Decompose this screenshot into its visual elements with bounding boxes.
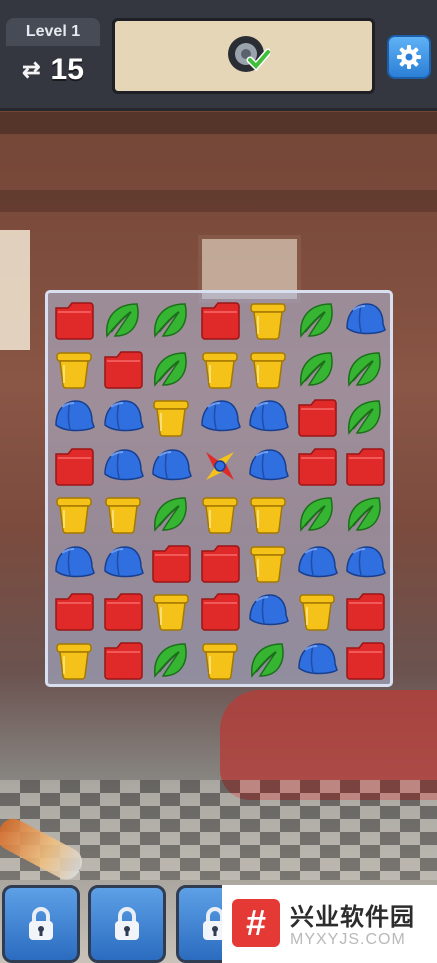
locked-booster-slot[interactable] [88, 885, 166, 963]
tire-checkmark-icon [228, 36, 270, 72]
moves-count: 15 [50, 53, 84, 86]
swap-arrows-icon: ⇄ [22, 57, 41, 82]
yellow-bucket-tile[interactable] [52, 347, 96, 391]
red-folder-tile[interactable] [343, 589, 387, 633]
red-folder-tile[interactable] [295, 444, 339, 488]
watermark-chinese-text: 兴业软件园 [290, 904, 415, 931]
green-leaf-tile[interactable] [149, 492, 193, 536]
ceiling-beam [0, 190, 437, 212]
red-folder-tile[interactable] [198, 298, 242, 342]
yellow-bucket-tile[interactable] [52, 638, 96, 682]
yellow-bucket-tile[interactable] [101, 492, 145, 536]
locked-booster-slot[interactable] [2, 885, 80, 963]
green-leaf-tile[interactable] [343, 347, 387, 391]
yellow-bucket-tile[interactable] [149, 395, 193, 439]
lock-icon [115, 907, 139, 940]
blue-cap-tile[interactable] [101, 444, 145, 488]
green-leaf-tile[interactable] [149, 298, 193, 342]
watermark-english-text: MYXYJS.COM [290, 931, 406, 948]
yellow-bucket-tile[interactable] [246, 492, 290, 536]
red-folder-tile[interactable] [101, 589, 145, 633]
green-leaf-tile[interactable] [295, 298, 339, 342]
blue-cap-tile[interactable] [52, 541, 96, 585]
red-folder-tile[interactable] [295, 395, 339, 439]
red-folder-tile[interactable] [343, 444, 387, 488]
spinner-bomb-tile[interactable] [198, 444, 242, 488]
ceiling-beam [0, 112, 437, 134]
blue-cap-tile[interactable] [246, 444, 290, 488]
red-folder-tile[interactable] [198, 541, 242, 585]
green-leaf-tile[interactable] [149, 347, 193, 391]
level-label: Level 1 [6, 18, 100, 46]
moves-counter: ⇄ 15 [6, 48, 100, 92]
blue-cap-tile[interactable] [101, 395, 145, 439]
blue-cap-tile[interactable] [149, 444, 193, 488]
yellow-bucket-tile[interactable] [198, 347, 242, 391]
blue-cap-tile[interactable] [101, 541, 145, 585]
green-leaf-tile[interactable] [295, 347, 339, 391]
window [0, 230, 30, 350]
yellow-bucket-tile[interactable] [246, 298, 290, 342]
green-leaf-tile[interactable] [101, 298, 145, 342]
yellow-bucket-tile[interactable] [198, 638, 242, 682]
goal-panel [112, 18, 375, 94]
yellow-bucket-tile[interactable] [246, 541, 290, 585]
yellow-bucket-tile[interactable] [246, 347, 290, 391]
top-bar: Level 1 ⇄ 15 [0, 0, 437, 111]
game-board [45, 290, 393, 687]
red-folder-tile[interactable] [198, 589, 242, 633]
blue-cap-tile[interactable] [246, 395, 290, 439]
level-moves-panel: Level 1 ⇄ 15 [6, 18, 100, 92]
settings-button[interactable] [387, 35, 431, 79]
blue-cap-tile[interactable] [343, 298, 387, 342]
green-leaf-tile[interactable] [295, 492, 339, 536]
red-folder-tile[interactable] [52, 444, 96, 488]
yellow-bucket-tile[interactable] [52, 492, 96, 536]
blue-cap-tile[interactable] [295, 541, 339, 585]
red-folder-tile[interactable] [52, 589, 96, 633]
red-folder-tile[interactable] [52, 298, 96, 342]
green-leaf-tile[interactable] [149, 638, 193, 682]
red-folder-tile[interactable] [149, 541, 193, 585]
watermark-banner: # 兴业软件园 MYXYJS.COM [222, 885, 437, 963]
gear-icon [397, 45, 421, 69]
green-leaf-tile[interactable] [343, 492, 387, 536]
red-folder-tile[interactable] [101, 347, 145, 391]
blue-cap-tile[interactable] [246, 589, 290, 633]
watermark-logo: # [232, 899, 280, 947]
green-leaf-tile[interactable] [246, 638, 290, 682]
red-folder-tile[interactable] [101, 638, 145, 682]
blue-cap-tile[interactable] [295, 638, 339, 682]
blue-cap-tile[interactable] [343, 541, 387, 585]
blue-cap-tile[interactable] [52, 395, 96, 439]
lock-icon [29, 907, 53, 940]
green-leaf-tile[interactable] [343, 395, 387, 439]
yellow-bucket-tile[interactable] [295, 589, 339, 633]
red-folder-tile[interactable] [343, 638, 387, 682]
yellow-bucket-tile[interactable] [198, 492, 242, 536]
blue-cap-tile[interactable] [198, 395, 242, 439]
yellow-bucket-tile[interactable] [149, 589, 193, 633]
